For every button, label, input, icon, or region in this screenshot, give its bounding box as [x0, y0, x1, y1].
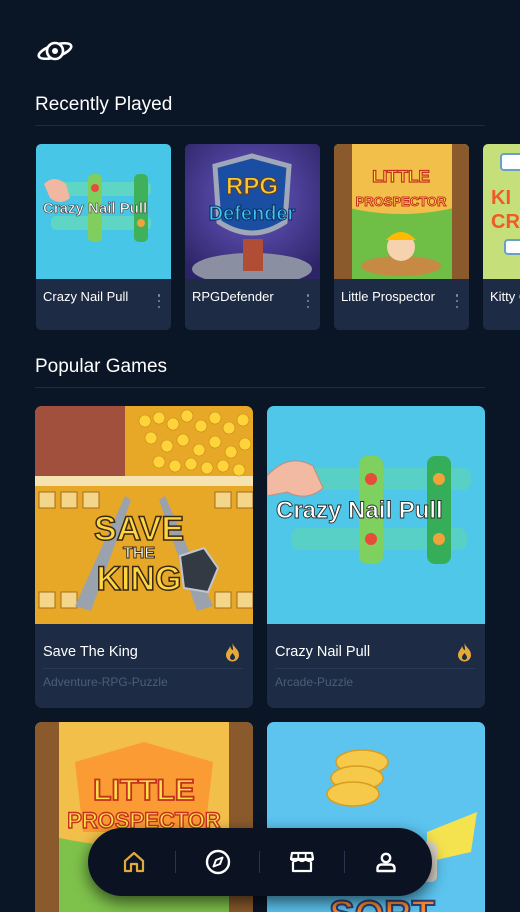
compass-icon: [205, 849, 231, 875]
nav-profile[interactable]: [364, 840, 408, 884]
game-thumbnail: Crazy Nail Pull: [36, 144, 171, 279]
recently-played-carousel[interactable]: Crazy Nail Pull Crazy Nail Pull RPG Defe…: [36, 144, 520, 330]
more-options-icon[interactable]: [306, 294, 310, 308]
popular-game-genre: Arcade-Puzzle: [275, 675, 354, 689]
fire-icon: [458, 643, 471, 662]
recent-game-card[interactable]: Crazy Nail Pull Crazy Nail Pull: [36, 144, 171, 330]
nav-divider: [175, 851, 177, 873]
nav-divider: [259, 851, 261, 873]
bottom-navigation: [88, 828, 432, 896]
nav-divider: [343, 851, 345, 873]
game-art-title: SORT: [329, 894, 435, 912]
game-art-title: SAVE: [94, 510, 184, 548]
divider: [43, 668, 243, 669]
nav-home[interactable]: [112, 840, 156, 884]
divider: [275, 668, 475, 669]
divider: [35, 387, 485, 388]
game-thumbnail: RPG Defender: [185, 144, 320, 279]
popular-game-genre: Adventure-RPG-Puzzle: [43, 675, 168, 689]
popular-game-name: Save The King: [43, 644, 138, 660]
popular-games-title: Popular Games: [35, 356, 168, 377]
game-art-title: LITTLE: [372, 167, 430, 186]
recent-game-name: Little Prospector: [341, 289, 435, 304]
store-icon: [289, 851, 315, 873]
game-art-title: LITTLE: [93, 774, 195, 807]
game-art-title: RPG: [226, 173, 278, 200]
profile-icon: [376, 852, 396, 873]
app-logo-icon[interactable]: [36, 36, 74, 66]
game-art-title: KI: [491, 187, 511, 209]
nav-store[interactable]: [280, 840, 324, 884]
recent-game-card[interactable]: KI CR Kitty C: [483, 144, 520, 330]
popular-game-name: Crazy Nail Pull: [275, 644, 371, 660]
game-thumbnail: KI CR: [483, 144, 520, 279]
game-art-subtitle: Defender: [209, 203, 296, 225]
recent-game-name: Kitty C: [490, 289, 520, 304]
more-options-icon[interactable]: [157, 294, 161, 308]
more-options-icon[interactable]: [455, 294, 459, 308]
recent-game-card[interactable]: RPG Defender RPGDefender: [185, 144, 320, 330]
recent-game-name: RPGDefender: [192, 289, 274, 304]
popular-game-card[interactable]: Crazy Nail Pull Crazy Nail Pull Arcade-P…: [267, 406, 485, 708]
game-art-subtitle: PROSPECTOR: [356, 194, 447, 209]
game-thumbnail: SAVE THE KING: [35, 406, 253, 624]
game-art-title: Crazy Nail Pull: [43, 200, 147, 217]
popular-game-card[interactable]: SAVE THE KING Save The King Adventure-RP…: [35, 406, 253, 708]
home-icon: [123, 851, 144, 873]
fire-icon: [226, 643, 239, 662]
divider: [35, 125, 485, 126]
game-thumbnail: Crazy Nail Pull: [267, 406, 485, 624]
recent-game-name: Crazy Nail Pull: [43, 289, 129, 304]
game-thumbnail: LITTLE PROSPECTOR: [334, 144, 469, 279]
recent-game-card[interactable]: LITTLE PROSPECTOR Little Prospector: [334, 144, 469, 330]
game-art-title-2: KING: [97, 560, 182, 598]
game-art-subtitle: CR: [491, 211, 520, 233]
game-art-title: Crazy Nail Pull: [276, 497, 443, 524]
nav-explore[interactable]: [196, 840, 240, 884]
recently-played-title: Recently Played: [35, 94, 173, 115]
